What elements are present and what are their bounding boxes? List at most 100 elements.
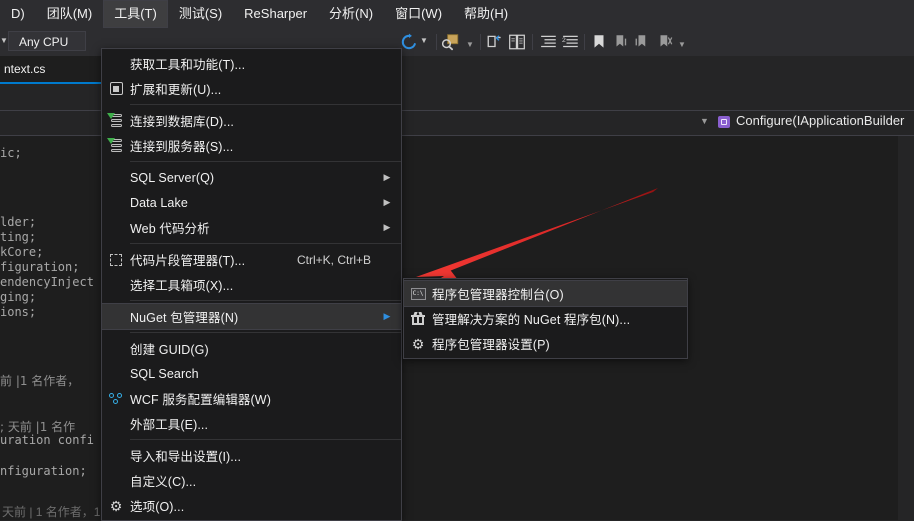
menubar-item-6[interactable]: 窗口(W) — [385, 1, 452, 27]
no-icon — [102, 272, 130, 297]
code-line: endencyInject — [0, 275, 94, 289]
menu-item-13[interactable]: 外部工具(E)... — [102, 411, 401, 436]
menu-item-label: 连接到数据库(D)... — [130, 115, 234, 129]
navigate-to-icon[interactable] — [486, 33, 504, 51]
menu-item-10[interactable]: 创建 GUID(G) — [102, 336, 401, 361]
document-tab-active[interactable]: ntext.cs — [0, 56, 102, 84]
next-bookmark-icon[interactable] — [612, 33, 630, 51]
menu-item-8[interactable]: 选择工具箱项(X)... — [102, 272, 401, 297]
package-manager-console-icon: C:\ — [404, 281, 432, 306]
chevron-down-icon[interactable]: ▼ — [420, 37, 428, 45]
nuget-package-icon — [404, 306, 432, 331]
chevron-down-icon[interactable]: ▼ — [700, 116, 709, 126]
code-line: lder; — [0, 215, 37, 229]
menubar-item-0[interactable]: D) — [1, 1, 35, 27]
no-icon — [102, 165, 130, 190]
document-tab-label: ntext.cs — [4, 62, 46, 76]
menu-item-label: 自定义(C)... — [130, 475, 197, 489]
menu-item-9[interactable]: NuGet 包管理器(N) ▶ — [101, 303, 402, 330]
menu-item-label: 导入和导出设置(I)... — [130, 450, 242, 464]
no-icon — [102, 215, 130, 240]
menu-item-5[interactable]: Data Lake ▶ — [102, 190, 401, 215]
menu-item-16[interactable]: ⚙ 选项(O)... — [102, 493, 401, 518]
toolbar-overflow-icon[interactable]: ▼ — [678, 41, 686, 49]
find-all-references-icon[interactable] — [442, 33, 460, 51]
clear-bookmarks-icon[interactable] — [656, 33, 674, 51]
menubar-item-4[interactable]: ReSharper — [234, 1, 317, 27]
menu-item-label: WCF 服务配置编辑器(W) — [130, 393, 271, 407]
code-line: nfiguration; — [0, 464, 87, 478]
menubar-item-3[interactable]: 测试(S) — [169, 1, 232, 27]
menubar-item-7[interactable]: 帮助(H) — [454, 1, 518, 27]
menu-item-7[interactable]: 代码片段管理器(T)... Ctrl+K, Ctrl+B — [102, 247, 401, 272]
submenu-item-0[interactable]: C:\ 程序包管理器控制台(O) — [403, 280, 688, 307]
menu-item-15[interactable]: 自定义(C)... — [102, 468, 401, 493]
compare-icon[interactable] — [508, 33, 526, 51]
menu-item-label: 连接到服务器(S)... — [130, 140, 234, 154]
menu-item-0[interactable]: 获取工具和功能(T)... — [102, 51, 401, 76]
no-icon — [102, 51, 130, 76]
menu-separator — [130, 439, 401, 440]
menu-item-3[interactable]: 连接到服务器(S)... — [102, 133, 401, 158]
submenu-item-label: 管理解决方案的 NuGet 程序包(N)... — [432, 313, 631, 327]
submenu-item-label: 程序包管理器设置(P) — [432, 338, 550, 352]
tools-dropdown-menu[interactable]: 获取工具和功能(T)... 扩展和更新(U)... 连接到数据库(D)... 连接到服… — [101, 48, 402, 521]
no-icon — [102, 411, 130, 436]
options-gear-icon: ⚙ — [109, 497, 123, 514]
svg-text:2: 2 — [562, 37, 566, 44]
submenu-arrow-icon: ▶ — [383, 172, 391, 182]
extensions-icon — [102, 76, 130, 101]
menu-item-1[interactable]: 扩展和更新(U)... — [102, 76, 401, 101]
menu-item-label: Data Lake — [130, 195, 188, 210]
platform-target-combo[interactable]: Any CPU — [8, 31, 86, 51]
menu-item-2[interactable]: 连接到数据库(D)... — [102, 108, 401, 133]
wcf-config-icon — [102, 386, 130, 411]
menu-item-label: NuGet 包管理器(N) — [130, 311, 239, 325]
menu-separator — [130, 104, 401, 105]
code-line: kCore; — [0, 245, 44, 259]
menu-item-14[interactable]: 导入和导出设置(I)... — [102, 443, 401, 468]
menu-item-label: 获取工具和功能(T)... — [130, 58, 246, 72]
menu-item-6[interactable]: Web 代码分析 ▶ — [102, 215, 401, 240]
code-line: ic; — [0, 146, 22, 160]
bookmark-icon[interactable] — [590, 33, 608, 51]
navbar-member-label[interactable]: Configure(IApplicationBuilder — [736, 113, 904, 128]
menu-item-11[interactable]: SQL Search — [102, 361, 401, 386]
menu-separator — [130, 332, 401, 333]
code-line: ting; — [0, 230, 37, 244]
no-icon — [102, 190, 130, 215]
toolbar-separator — [532, 34, 533, 50]
no-icon — [102, 304, 130, 329]
menubar-item-1[interactable]: 团队(M) — [37, 1, 103, 27]
menu-item-12[interactable]: WCF 服务配置编辑器(W) — [102, 386, 401, 411]
menu-separator — [130, 300, 401, 301]
chevron-down-icon[interactable]: ▼ — [0, 37, 8, 45]
editor-scroll-gutter[interactable] — [86, 134, 100, 520]
submenu-arrow-icon: ▶ — [383, 311, 391, 321]
menubar-item-5[interactable]: 分析(N) — [319, 1, 383, 27]
no-icon — [102, 443, 130, 468]
indent-icon[interactable] — [540, 33, 558, 51]
menubar-item-2[interactable]: 工具(T) — [103, 0, 168, 28]
submenu-item-1[interactable]: 管理解决方案的 NuGet 程序包(N)... — [404, 306, 687, 331]
connect-database-icon — [102, 108, 130, 133]
prev-bookmark-icon[interactable] — [634, 33, 652, 51]
method-icon — [718, 116, 730, 128]
snippet-manager-icon — [102, 247, 130, 272]
connect-server-icon — [102, 133, 130, 158]
menu-item-4[interactable]: SQL Server(Q) ▶ — [102, 165, 401, 190]
menu-item-label: 创建 GUID(G) — [130, 343, 209, 357]
submenu-item-2[interactable]: ⚙ 程序包管理器设置(P) — [404, 331, 687, 356]
no-icon — [102, 361, 130, 386]
menu-item-label: 选项(O)... — [130, 500, 185, 514]
submenu-items-list: C:\ 程序包管理器控制台(O) 管理解决方案的 NuGet 程序包(N)... ⚙ 程… — [403, 280, 688, 356]
submenu-arrow-icon: ▶ — [383, 197, 391, 207]
submenu-item-label: 程序包管理器控制台(O) — [432, 288, 564, 302]
code-line: uration confi — [0, 433, 94, 447]
toolbar-overflow-icon[interactable]: ▼ — [466, 41, 474, 49]
menu-item-label: SQL Server(Q) — [130, 170, 215, 185]
menu-separator — [130, 243, 401, 244]
outdent-icon[interactable]: 2 — [562, 33, 580, 51]
nuget-submenu[interactable]: C:\ 程序包管理器控制台(O) 管理解决方案的 NuGet 程序包(N)... ⚙ 程… — [403, 278, 688, 359]
refresh-icon[interactable] — [400, 33, 418, 51]
